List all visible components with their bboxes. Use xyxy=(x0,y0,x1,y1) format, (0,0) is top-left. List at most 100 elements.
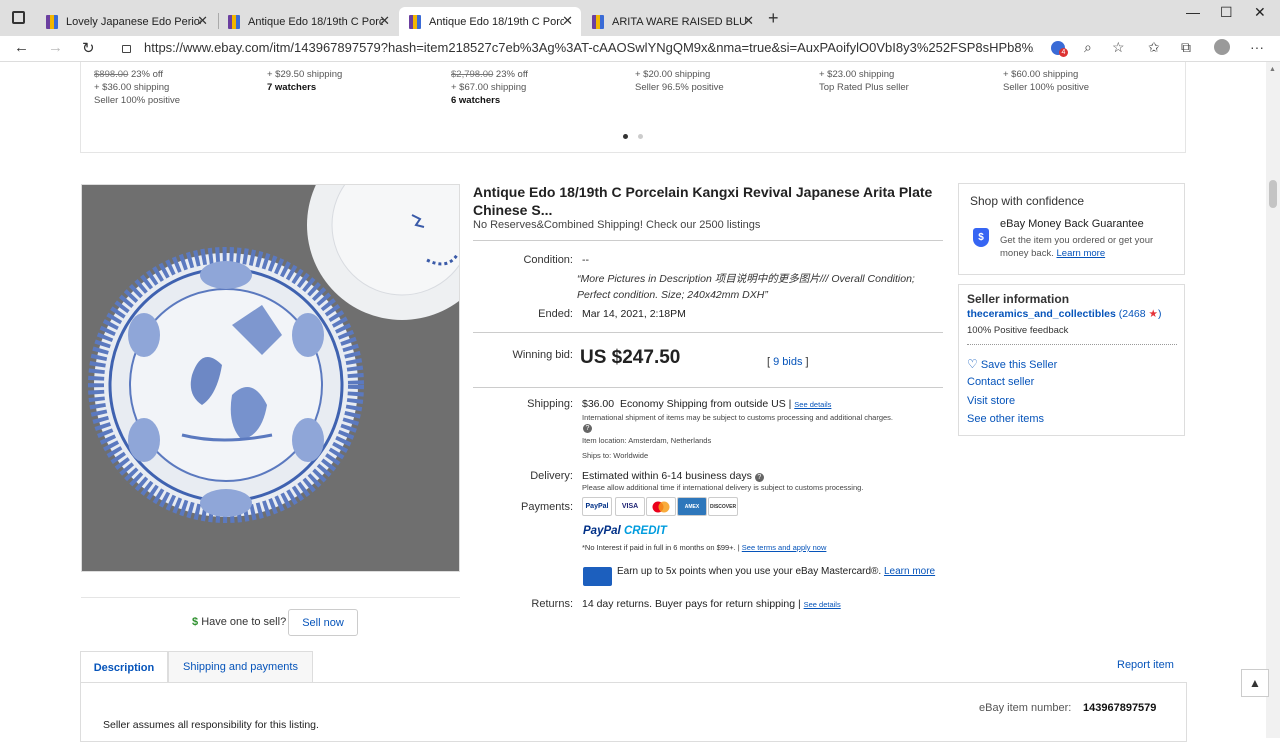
visit-store-link[interactable]: Visit store xyxy=(967,395,1015,407)
ebay-favicon-icon xyxy=(228,14,240,29)
returns-label: Returns: xyxy=(531,598,573,610)
shipping-info: $36.00 Economy Shipping from outside US … xyxy=(582,398,832,410)
item-photo[interactable] xyxy=(81,184,460,572)
item-number: 143967897579 xyxy=(1083,702,1157,714)
close-tab-icon[interactable]: ✕ xyxy=(197,13,208,29)
maximize-icon[interactable]: ☐ xyxy=(1220,4,1233,21)
condition-value: -- xyxy=(582,254,589,266)
tab-description[interactable]: Description xyxy=(80,651,168,683)
guarantee-text: Get the item you ordered or get your mon… xyxy=(1000,235,1154,259)
address-bar: ← → ↻ https://www.ebay.com/itm/143967897… xyxy=(0,36,1280,62)
returns-see-details-link[interactable]: See details xyxy=(804,600,841,609)
save-seller-link[interactable]: ♡ Save this Seller xyxy=(967,357,1057,371)
ebay-favicon-icon xyxy=(46,14,58,29)
paypal-credit-logo: PayPal CREDIT xyxy=(583,525,667,537)
shield-icon: $ xyxy=(973,228,989,247)
collections-icon[interactable]: ⧉ xyxy=(1181,39,1191,56)
scrollbar-thumb[interactable] xyxy=(1269,180,1277,208)
carousel-item[interactable]: $2,798.00 23% off + $67.00 shipping 6 wa… xyxy=(451,68,528,107)
browser-tab-2[interactable]: Antique Edo 18/19th C Porcelain Kangxi ✕ xyxy=(218,7,398,36)
mastercard-promo: Earn up to 5x points when you use your e… xyxy=(617,566,936,577)
carousel-dot[interactable] xyxy=(638,134,643,139)
extension-badge: 4 xyxy=(1059,48,1068,57)
carousel-item[interactable]: + $29.50 shipping 7 watchers xyxy=(267,68,342,94)
browser-tab-active[interactable]: Antique Edo 18/19th C Porcelain Kangxi ✕ xyxy=(399,7,581,36)
divider xyxy=(473,240,943,241)
bids-link[interactable]: 9 bids xyxy=(773,356,802,368)
more-icon[interactable]: ··· xyxy=(1250,39,1264,55)
profile-avatar[interactable] xyxy=(1214,39,1230,55)
delivery-note: Please allow additional time if internat… xyxy=(582,483,864,492)
scroll-up-icon[interactable]: ▲ xyxy=(1269,66,1276,73)
similar-items-carousel: $898.00 23% off + $36.00 shipping Seller… xyxy=(80,62,1186,153)
credit-note: *No Interest if paid in full in 6 months… xyxy=(582,543,827,552)
credit-terms-link[interactable]: See terms and apply now xyxy=(742,543,827,552)
browser-tab-4[interactable]: ARITA WARE RAISED BLUE & WHITE ✕ xyxy=(582,7,762,36)
info-icon[interactable]: ? xyxy=(583,424,592,433)
item-location: Item location: Amsterdam, Netherlands xyxy=(582,436,712,445)
winning-bid-price: US $247.50 xyxy=(580,347,681,368)
close-tab-icon[interactable]: ✕ xyxy=(379,13,390,29)
lock-icon[interactable] xyxy=(122,45,131,53)
seller-name-link[interactable]: theceramics_and_collectibles xyxy=(967,308,1116,320)
other-items-link[interactable]: See other items xyxy=(967,413,1044,425)
returns-policy: 14 day returns. Buyer pays for return sh… xyxy=(582,598,841,610)
ended-label: Ended: xyxy=(538,308,573,320)
carousel-dot-active[interactable] xyxy=(623,134,628,139)
dollar-icon: $ xyxy=(192,616,199,628)
carousel-item[interactable]: + $23.00 shipping Top Rated Plus seller xyxy=(819,68,909,94)
amex-card-icon: AMEX xyxy=(677,497,707,516)
tab-title: Lovely Japanese Edo Period 19th C xyxy=(66,15,201,28)
tab-title: Antique Edo 18/19th C Porcelain Kangxi xyxy=(429,15,564,28)
ended-value: Mar 14, 2021, 2:18PM xyxy=(582,308,686,320)
feedback-score[interactable]: 2468 xyxy=(1122,308,1145,320)
paypal-card-icon: PayPal xyxy=(582,497,612,516)
sell-prompt: $ Have one to sell? xyxy=(192,616,287,628)
divider xyxy=(81,597,460,598)
guarantee-title: eBay Money Back Guarantee xyxy=(1000,218,1144,230)
url-field[interactable]: https://www.ebay.com/itm/143967897579?ha… xyxy=(144,40,1034,55)
carousel-item[interactable]: + $60.00 shipping Seller 100% positive xyxy=(1003,68,1089,94)
browser-tab-1[interactable]: Lovely Japanese Edo Period 19th C ✕ xyxy=(36,7,216,36)
forward-icon[interactable]: → xyxy=(48,39,63,56)
scrollbar[interactable]: ▲ xyxy=(1266,62,1280,738)
close-tab-icon[interactable]: ✕ xyxy=(743,13,754,29)
condition-description: “More Pictures in Description 项目说明中的更多图片… xyxy=(577,273,915,301)
new-tab-button[interactable]: + xyxy=(768,8,779,29)
report-item-link[interactable]: Report item xyxy=(1117,659,1174,671)
mastercard-learn-more-link[interactable]: Learn more xyxy=(884,566,935,577)
tab-actions-icon[interactable] xyxy=(12,11,25,24)
ebay-favicon-icon xyxy=(592,14,604,29)
item-number-label: eBay item number: xyxy=(979,702,1072,714)
zoom-icon[interactable]: ⌕ xyxy=(1084,39,1092,56)
responsibility-note: Seller assumes all responsibility for th… xyxy=(103,719,319,731)
sell-now-button[interactable]: Sell now xyxy=(288,609,358,636)
close-window-icon[interactable]: ✕ xyxy=(1254,4,1266,21)
positive-feedback: 100% Positive feedback xyxy=(967,325,1069,336)
star-icon: ★ xyxy=(1148,308,1158,320)
visa-card-icon: VISA xyxy=(615,497,645,516)
shipping-see-details-link[interactable]: See details xyxy=(794,400,831,409)
winning-bid-label: Winning bid: xyxy=(512,349,573,361)
discover-card-icon: DISCOVER xyxy=(708,497,738,516)
divider xyxy=(473,387,943,388)
info-icon[interactable]: ? xyxy=(754,473,764,482)
item-subtitle: No Reserves&Combined Shipping! Check our… xyxy=(473,219,761,231)
back-to-top-button[interactable]: ▲ xyxy=(1241,669,1269,697)
tab-shipping-payments[interactable]: Shipping and payments xyxy=(168,651,313,683)
back-icon[interactable]: ← xyxy=(14,39,29,56)
contact-seller-link[interactable]: Contact seller xyxy=(967,376,1034,388)
carousel-item[interactable]: $898.00 23% off + $36.00 shipping Seller… xyxy=(94,68,180,107)
intl-shipping-note: International shipment of items may be s… xyxy=(582,413,894,422)
minimize-icon[interactable]: — xyxy=(1186,4,1200,20)
favorites-icon[interactable]: ✩ xyxy=(1148,39,1160,56)
refresh-icon[interactable]: ↻ xyxy=(82,39,95,57)
carousel-item[interactable]: + $20.00 shipping Seller 96.5% positive xyxy=(635,68,724,94)
tab-title: Antique Edo 18/19th C Porcelain Kangxi xyxy=(248,15,383,28)
guarantee-learn-more-link[interactable]: Learn more xyxy=(1057,248,1106,259)
divider xyxy=(967,344,1177,345)
condition-label: Condition: xyxy=(523,254,573,266)
add-favorite-icon[interactable]: ☆ xyxy=(1112,39,1125,56)
close-tab-icon[interactable]: ✕ xyxy=(562,13,573,29)
shop-confidence-box: Shop with confidence $ eBay Money Back G… xyxy=(958,183,1185,275)
